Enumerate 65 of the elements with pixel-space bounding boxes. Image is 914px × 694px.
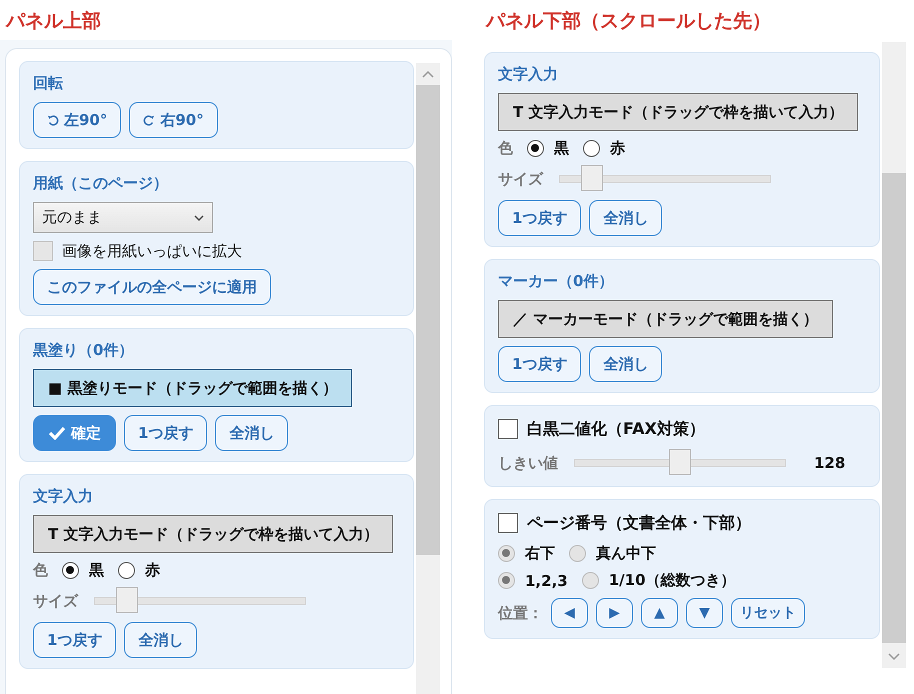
- slider-value: 128: [814, 454, 846, 472]
- scrollbar-thumb[interactable]: [416, 85, 440, 555]
- button[interactable]: ◀: [551, 598, 588, 628]
- radio-label: 黒: [554, 139, 569, 158]
- radio-label: 黒: [89, 561, 104, 580]
- color-label: 色: [498, 139, 513, 158]
- button[interactable]: 全消し: [215, 415, 288, 451]
- radio-label: 1,2,3: [525, 572, 568, 590]
- scrollbar[interactable]: [882, 42, 906, 668]
- radio-button[interactable]: [583, 140, 600, 157]
- radio-button[interactable]: [527, 140, 544, 157]
- button[interactable]: 左90°: [33, 102, 122, 138]
- color-label: 色: [33, 561, 48, 580]
- slider-thumb[interactable]: [669, 449, 691, 475]
- check-icon: [48, 426, 66, 440]
- rotate-right-icon: [143, 114, 156, 126]
- rotate-left-icon: [47, 114, 59, 126]
- scrollbar-thumb[interactable]: [882, 173, 906, 643]
- panel-heading: パネル上部: [4, 9, 102, 34]
- section-title: 白黒二値化（FAX対策）: [527, 418, 705, 440]
- radio-label: 右下: [525, 544, 555, 563]
- button[interactable]: このファイルの全ページに適用: [33, 269, 271, 305]
- section-title: 文字入力: [33, 486, 94, 507]
- section-title: 用紙（このページ）: [33, 173, 169, 194]
- paper-size-dropdown[interactable]: 元のまま: [33, 202, 213, 233]
- button[interactable]: 1つ戻す: [498, 200, 582, 236]
- button[interactable]: 全消し: [589, 346, 662, 382]
- mode-toggle-button[interactable]: T 文字入力モード（ドラッグで枠を描いて入力）: [498, 93, 858, 131]
- slider-label: しきい値: [498, 454, 558, 472]
- button[interactable]: ▲: [641, 598, 678, 628]
- mode-toggle-button[interactable]: T 文字入力モード（ドラッグで枠を描いて入力）: [33, 515, 394, 553]
- section-title: 文字入力: [498, 64, 559, 85]
- button[interactable]: 全消し: [589, 200, 662, 236]
- mode-toggle-button[interactable]: ／ マーカーモード（ドラッグで範囲を描く）: [498, 300, 834, 338]
- section-title: 回転: [33, 73, 64, 94]
- checkbox[interactable]: [498, 419, 518, 439]
- button[interactable]: 1つ戻す: [124, 415, 208, 451]
- button[interactable]: ▼: [686, 598, 723, 628]
- slider-label: サイズ: [498, 170, 543, 188]
- scrollbar[interactable]: [416, 63, 440, 694]
- radio-label: 赤: [610, 139, 625, 158]
- checkbox-label: 画像を用紙いっぱいに拡大: [62, 242, 242, 260]
- radio-label: 真ん中下: [596, 544, 656, 563]
- radio-button[interactable]: [118, 562, 135, 579]
- slider-thumb[interactable]: [580, 165, 602, 191]
- button[interactable]: 確定: [33, 415, 116, 451]
- button[interactable]: 全消し: [124, 622, 198, 658]
- button[interactable]: 1つ戻す: [33, 622, 116, 658]
- checkbox[interactable]: [498, 513, 518, 533]
- button[interactable]: 1つ戻す: [498, 346, 582, 382]
- section-title: マーカー（0件）: [498, 271, 614, 292]
- radio-label: 赤: [145, 561, 160, 580]
- section-title: ページ番号（文書全体・下部）: [527, 512, 751, 534]
- mode-toggle-button[interactable]: ■ 黒塗りモード（ドラッグで範囲を描く）: [33, 369, 352, 407]
- button[interactable]: リセット: [731, 598, 805, 628]
- position-label: 位置：: [498, 604, 543, 622]
- button[interactable]: ▶: [596, 598, 633, 628]
- section-title: 黒塗り（0件）: [33, 340, 134, 361]
- slider-label: サイズ: [33, 592, 78, 610]
- button[interactable]: 右90°: [129, 102, 218, 138]
- panel-heading: パネル下部（スクロールした先）: [484, 9, 772, 34]
- slider-thumb[interactable]: [116, 587, 138, 613]
- chevron-down-icon: [194, 214, 204, 220]
- radio-label: 1/10（総数つき）: [608, 571, 736, 590]
- radio-button[interactable]: [62, 562, 79, 579]
